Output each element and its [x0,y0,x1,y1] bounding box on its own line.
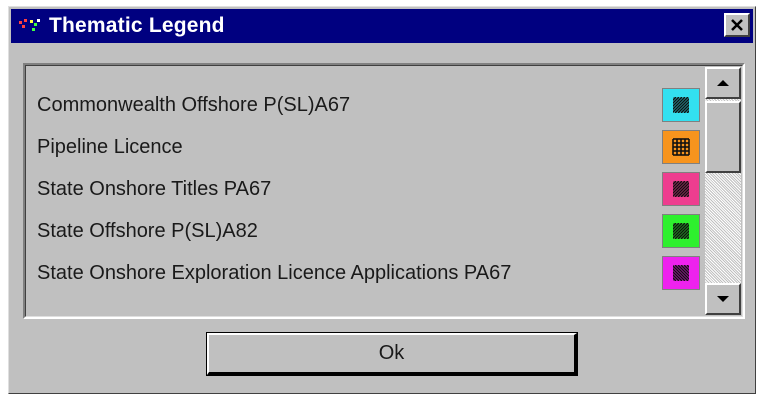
scroll-thumb[interactable] [705,101,741,173]
scroll-down-button[interactable] [705,283,741,315]
ok-button[interactable]: Ok [206,332,578,376]
pattern-icon [673,97,689,113]
legend-item: Commonwealth Offshore P(SL)A67 [37,85,712,125]
legend-item-label: Commonwealth Offshore P(SL)A67 [37,93,351,116]
pattern-icon [673,181,689,197]
close-icon [731,19,743,31]
legend-swatch [662,172,700,206]
legend-swatch [662,130,700,164]
legend-item: State Onshore Exploration Licence Applic… [37,253,712,293]
window-title: Thematic Legend [49,14,225,37]
thematic-legend-dialog: Thematic Legend Commonwealth Offshore P(… [8,6,756,394]
arrow-down-icon [717,296,729,302]
app-icon [17,15,43,37]
pattern-icon [673,265,689,281]
legend-item-label: State Onshore Titles PA67 [37,177,272,200]
legend-list: Commonwealth Offshore P(SL)A67 Pipeline L… [23,63,745,319]
arrow-up-icon [717,80,729,86]
legend-item: State Offshore P(SL)A82 [37,211,712,251]
legend-item: State Onshore Titles PA67 [37,169,712,209]
pattern-icon [672,138,690,156]
legend-item-label: State Offshore P(SL)A82 [37,219,258,242]
legend-item-label: Pipeline Licence [37,135,183,158]
close-button[interactable] [724,13,750,37]
title-bar[interactable]: Thematic Legend [11,9,753,43]
legend-swatch [662,256,700,290]
vertical-scrollbar[interactable] [705,67,741,315]
legend-item-label: State Onshore Exploration Licence Applic… [37,261,512,284]
scroll-up-button[interactable] [705,67,741,99]
pattern-icon [673,223,689,239]
legend-swatch [662,88,700,122]
legend-swatch [662,214,700,248]
legend-item: Pipeline Licence [37,127,712,167]
